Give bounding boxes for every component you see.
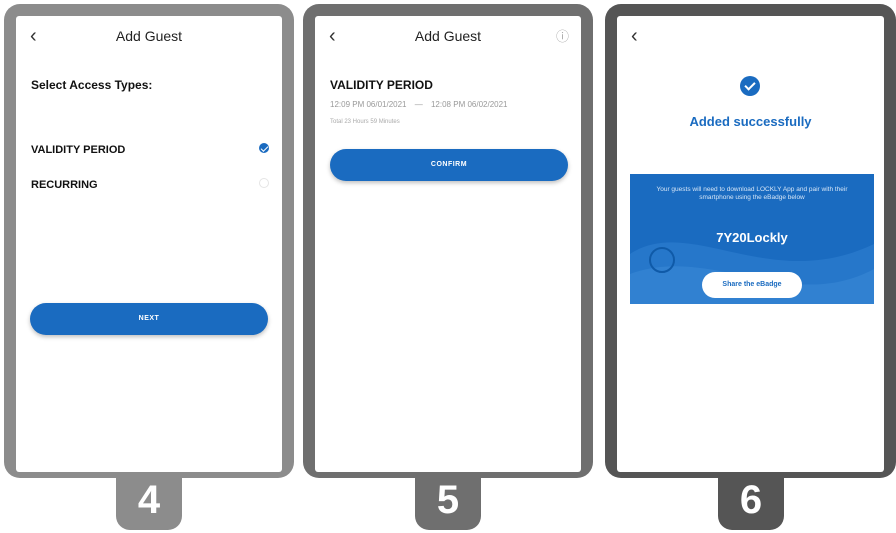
end-datetime[interactable]: 12:08 PM 06/02/2021 bbox=[431, 100, 508, 109]
step-4-frame: ‹ Add Guest Select Access Types: VALIDIT… bbox=[4, 4, 294, 478]
radio-selected-icon[interactable] bbox=[259, 143, 269, 153]
total-duration: Total 23 Hours 59 Minutes bbox=[330, 119, 400, 125]
success-message: Added successfully bbox=[689, 114, 812, 129]
page-title: Add Guest bbox=[115, 28, 183, 44]
option-recurring[interactable]: RECURRING bbox=[31, 175, 271, 191]
access-types-heading: Select Access Types: bbox=[31, 78, 153, 92]
back-icon[interactable]: ‹ bbox=[631, 26, 638, 46]
start-datetime[interactable]: 12:09 PM 06/01/2021 bbox=[330, 100, 407, 109]
ebadge-card: Your guests will need to download LOCKLY… bbox=[630, 174, 874, 304]
radio-unselected-icon[interactable] bbox=[259, 178, 269, 188]
option-label: RECURRING bbox=[31, 179, 98, 191]
info-icon[interactable]: ⓘ bbox=[556, 26, 569, 45]
step-6-screen: ‹ Added successfully Your guests will ne… bbox=[617, 16, 884, 472]
range-separator: — bbox=[414, 100, 423, 109]
page-title: Add Guest bbox=[414, 28, 482, 44]
step-number-5: 5 bbox=[415, 474, 481, 530]
confirm-button[interactable]: CONFIRM bbox=[330, 149, 568, 181]
option-label: VALIDITY PERIOD bbox=[31, 144, 126, 156]
success-check-icon bbox=[740, 76, 760, 96]
share-ebadge-button[interactable]: Share the eBadge bbox=[702, 272, 802, 298]
validity-period-title: VALIDITY PERIOD bbox=[330, 78, 433, 92]
step-5-screen: ‹ Add Guest ⓘ VALIDITY PERIOD 12:09 PM 0… bbox=[315, 16, 581, 472]
step-6-frame: ‹ Added successfully Your guests will ne… bbox=[605, 4, 896, 478]
step-4-screen: ‹ Add Guest Select Access Types: VALIDIT… bbox=[16, 16, 282, 472]
option-validity-period[interactable]: VALIDITY PERIOD bbox=[31, 140, 271, 156]
next-button[interactable]: NEXT bbox=[30, 303, 268, 335]
date-range[interactable]: 12:09 PM 06/01/2021 — 12:08 PM 06/02/202… bbox=[330, 100, 570, 109]
step-5-frame: ‹ Add Guest ⓘ VALIDITY PERIOD 12:09 PM 0… bbox=[303, 4, 593, 478]
ebadge-instructions: Your guests will need to download LOCKLY… bbox=[656, 186, 848, 201]
step-number-6: 6 bbox=[718, 474, 784, 530]
ebadge-code[interactable]: 7Y20Lockly bbox=[630, 230, 874, 245]
step-number-4: 4 bbox=[116, 474, 182, 530]
